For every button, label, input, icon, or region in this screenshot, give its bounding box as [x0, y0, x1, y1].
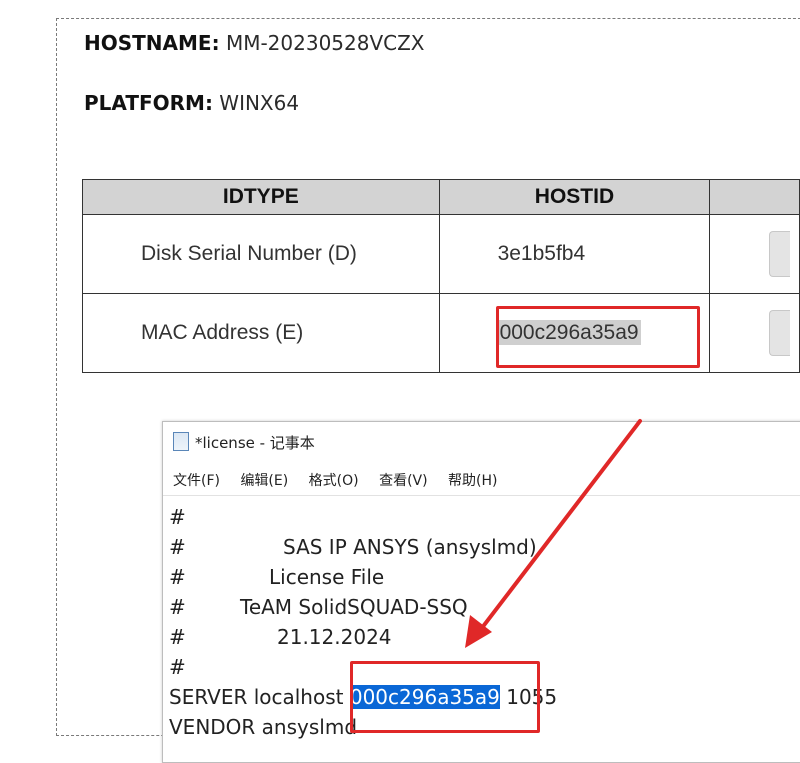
arrow-annotation	[465, 419, 642, 648]
